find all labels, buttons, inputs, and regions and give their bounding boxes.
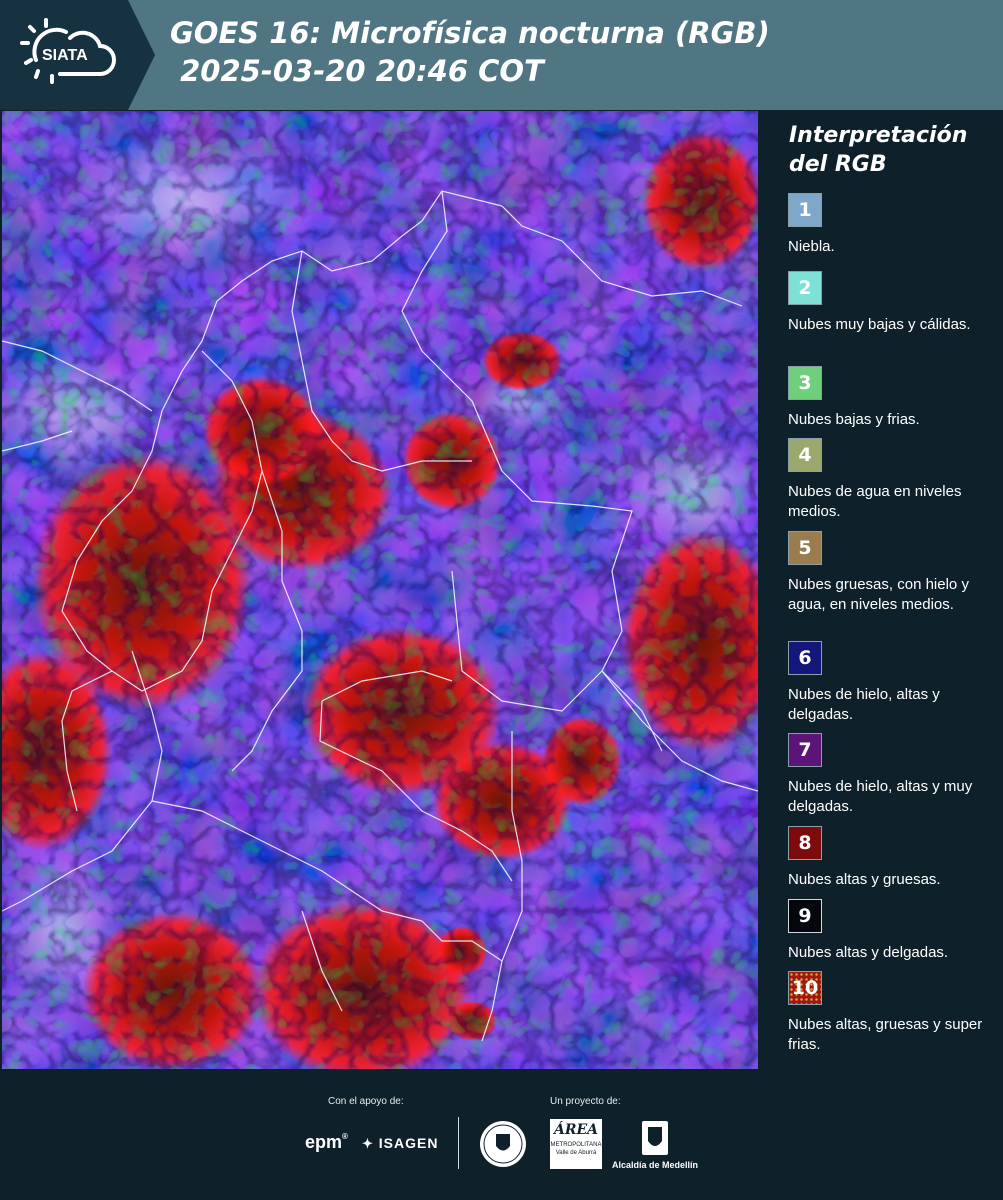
legend-item: 9 Nubes altas y delgadas. (788, 899, 998, 963)
medellin-coat-of-arms-icon (640, 1119, 670, 1162)
footer-divider (458, 1117, 459, 1169)
area-metropolitana-logo: ÁREA METROPOLITANA Valle de Aburrá (550, 1119, 602, 1169)
support-label: Con el apoyo de: (328, 1096, 404, 1107)
epm-logo: epm® (305, 1132, 348, 1152)
legend-item: 7 Nubes de hielo, altas y muy delgadas. (788, 733, 998, 817)
isagen-logo: ✦ ISAGEN (362, 1135, 438, 1152)
legend-swatch: 3 (788, 366, 822, 400)
header-bar: SIATA GOES 16: Microfísica nocturna (RGB… (0, 0, 1003, 110)
legend-label: Nubes gruesas, con hielo y agua, en nive… (788, 576, 969, 613)
legend-label: Nubes bajas y frias. (788, 411, 920, 428)
page-title: GOES 16: Microfísica nocturna (RGB) 2025… (170, 14, 770, 90)
legend-swatch: 8 (788, 826, 822, 860)
legend-swatch: 7 (788, 733, 822, 767)
title-line-2: 2025-03-20 20:46 COT (170, 54, 544, 88)
legend-item: 10 Nubes altas, gruesas y super frias. (788, 971, 998, 1055)
legend-title-line-1: Interpretación (789, 123, 968, 148)
legend-label: Nubes altas y gruesas. (788, 871, 941, 888)
legend-title-line-2: del RGB (789, 152, 887, 177)
legend-item: 8 Nubes altas y gruesas. (788, 826, 998, 890)
legend-item: 2 Nubes muy bajas y cálidas. (788, 271, 998, 335)
medellin-seal-icon (478, 1119, 528, 1174)
legend-swatch: 5 (788, 531, 822, 565)
isagen-icon: ✦ (362, 1136, 374, 1151)
area-logo-line2: METROPOLITANA (550, 1142, 602, 1148)
legend-title: Interpretación del RGB (789, 121, 989, 179)
epm-logo-text: epm (305, 1132, 343, 1152)
legend-item: 1 Niebla. (788, 193, 998, 257)
legend-panel: Interpretación del RGB 1 Niebla. 2 Nubes… (762, 111, 1003, 1069)
siata-logo: SIATA (0, 0, 155, 110)
legend-swatch: 4 (788, 438, 822, 472)
isagen-logo-text: ISAGEN (378, 1135, 439, 1151)
legend-swatch: 1 (788, 193, 822, 227)
project-label: Un proyecto de: (550, 1096, 621, 1107)
legend-item: 3 Nubes bajas y frias. (788, 366, 998, 430)
legend-item: 5 Nubes gruesas, con hielo y agua, en ni… (788, 531, 998, 615)
area-logo-mark: ÁREA (553, 1122, 599, 1138)
alcaldia-label: Alcaldía de Medellín (612, 1160, 699, 1170)
legend-label: Nubes muy bajas y cálidas. (788, 316, 971, 333)
legend-label: Nubes de hielo, altas y delgadas. (788, 686, 940, 723)
footer: Con el apoyo de: Un proyecto de: epm® ✦ … (0, 1069, 1003, 1200)
legend-label: Nubes de hielo, altas y muy delgadas. (788, 778, 973, 815)
title-line-1: GOES 16: Microfísica nocturna (RGB) (170, 16, 770, 50)
area-logo-line3: Valle de Aburrá (555, 1150, 597, 1156)
legend-swatch: 2 (788, 271, 822, 305)
legend-swatch: 9 (788, 899, 822, 933)
legend-item: 6 Nubes de hielo, altas y delgadas. (788, 641, 998, 725)
legend-label: Nubes de agua en niveles medios. (788, 483, 962, 520)
satellite-image (2, 111, 758, 1069)
legend-item: 4 Nubes de agua en niveles medios. (788, 438, 998, 522)
siata-logo-text: SIATA (42, 47, 88, 64)
legend-label: Nubes altas y delgadas. (788, 944, 949, 961)
legend-label: Nubes altas, gruesas y super frias. (788, 1016, 983, 1053)
legend-swatch: 10 (788, 971, 822, 1005)
legend-swatch: 6 (788, 641, 822, 675)
satellite-image-canvas (2, 111, 758, 1069)
legend-label: Niebla. (788, 238, 835, 255)
